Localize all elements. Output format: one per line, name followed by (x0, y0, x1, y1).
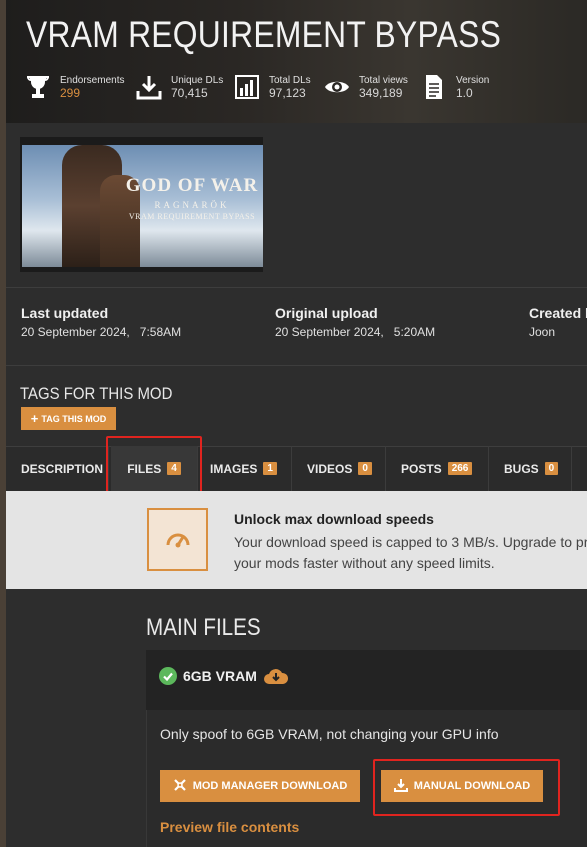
stat-value: 1.0 (456, 86, 473, 100)
file-name: 6GB VRAM (183, 668, 257, 684)
mod-thumbnail[interactable]: GOD OF WAR RAGNARÖK VRAM REQUIREMENT BYP… (22, 145, 263, 267)
original-upload-time: 5:20AM (393, 325, 436, 339)
last-updated-date: 20 September 2024, 7:58AM (21, 325, 181, 339)
stat-total-dls: Total DLs 97,123 (233, 70, 311, 104)
mod-manager-download-button[interactable]: MOD MANAGER DOWNLOAD (160, 770, 360, 802)
plus-icon: + (30, 410, 39, 426)
thumbnail-subtitle: RAGNARÖK (154, 200, 230, 210)
tab-separator (197, 446, 198, 491)
bugs-count-badge: 0 (544, 462, 559, 475)
tab-images[interactable]: IMAGES 1 (210, 446, 277, 491)
tab-bugs[interactable]: BUGS 0 (504, 446, 559, 491)
preview-file-contents-link[interactable]: Preview file contents (160, 819, 299, 835)
stat-value: 349,189 (359, 86, 403, 100)
promo-text: Your download speed is capped to 3 MB/s.… (234, 532, 587, 574)
last-updated-label: Last updated (21, 305, 109, 321)
download-icon (135, 73, 163, 101)
tab-videos[interactable]: VIDEOS 0 (307, 446, 372, 491)
check-icon (159, 667, 177, 685)
stat-total-views: Total views 349,189 (323, 70, 408, 104)
original-upload-label: Original upload (275, 305, 378, 321)
divider (6, 287, 587, 288)
cloud-download-icon (263, 667, 289, 685)
promo-line: your mods faster without any speed limit… (234, 555, 495, 571)
speedometer-icon (147, 508, 208, 571)
tab-label: DESCRIPTION (21, 461, 104, 476)
bar-chart-icon (233, 73, 261, 101)
promo-line: Your download speed is capped to 3 MB/s.… (234, 534, 587, 550)
tab-label: IMAGES (210, 461, 258, 476)
original-upload-date: 20 September 2024, 5:20AM (275, 325, 435, 339)
trophy-icon (24, 73, 52, 101)
tab-label: POSTS (401, 461, 442, 476)
tab-label: BUGS (504, 461, 539, 476)
stat-value: 70,415 (171, 86, 208, 100)
stat-unique-dls: Unique DLs 70,415 (135, 70, 223, 104)
tab-separator (571, 446, 572, 491)
stat-value: 97,123 (269, 86, 306, 100)
images-count-badge: 1 (263, 462, 277, 475)
posts-count-badge: 266 (447, 462, 473, 475)
tag-this-mod-button[interactable]: + TAG THIS MOD (21, 407, 116, 430)
main-files-heading: MAIN FILES (146, 614, 261, 641)
document-icon (420, 73, 448, 101)
last-updated-time: 7:58AM (139, 325, 182, 339)
tab-separator (291, 446, 292, 491)
last-updated-date-text: 20 September 2024, (21, 325, 130, 339)
mod-title: VRAM REQUIREMENT BYPASS (26, 14, 502, 55)
tab-label: VIDEOS (307, 461, 353, 476)
stat-value: 299 (60, 86, 81, 100)
tab-posts[interactable]: POSTS 266 (401, 446, 473, 491)
promo-title: Unlock max download speeds (234, 511, 434, 527)
stat-version: Version 1.0 (420, 70, 489, 104)
highlight-box-manual-download (373, 759, 560, 816)
original-upload-date-text: 20 September 2024, (275, 325, 384, 339)
created-by-value[interactable]: Joon (529, 325, 555, 339)
tab-separator (385, 446, 386, 491)
eye-icon (323, 73, 351, 101)
mod-manager-icon (173, 778, 187, 795)
button-label: MOD MANAGER DOWNLOAD (192, 780, 348, 792)
tab-description[interactable]: DESCRIPTION (21, 446, 103, 491)
created-by-label: Created by (529, 305, 587, 321)
divider (6, 365, 587, 366)
file-description: Only spoof to 6GB VRAM, not changing you… (160, 726, 499, 742)
stat-endorsements: Endorsements 299 (24, 70, 124, 104)
tab-separator (488, 446, 489, 491)
left-edge-strip (0, 0, 6, 847)
tag-button-label: TAG THIS MOD (41, 413, 107, 424)
videos-count-badge: 0 (358, 462, 372, 475)
highlight-box-files (106, 436, 202, 494)
tags-heading: TAGS FOR THIS MOD (20, 384, 173, 403)
thumbnail-caption: VRAM REQUIREMENT BYPASS (128, 212, 256, 221)
thumbnail-title: GOD OF WAR (125, 175, 259, 196)
